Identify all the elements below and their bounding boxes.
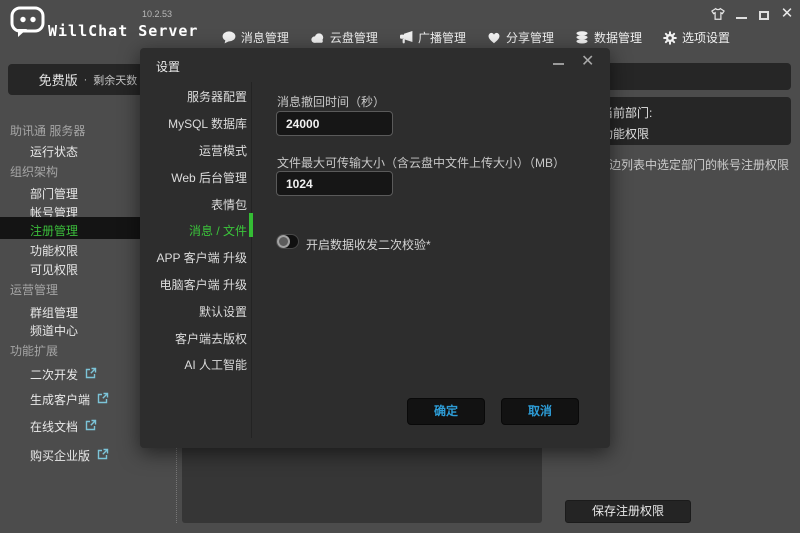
dialog-nav-default-settings[interactable]: 默认设置 (144, 303, 247, 320)
sidebar-item-register-management[interactable]: 注册管理 (30, 222, 78, 239)
sidebar-item-department-management[interactable]: 部门管理 (30, 185, 78, 202)
dialog-nav-server-config[interactable]: 服务器配置 (144, 88, 247, 105)
sidebar-item-channel-center[interactable]: 频道中心 (30, 322, 78, 339)
menu-cloud-management[interactable]: 云盘管理 (310, 29, 378, 46)
sidebar-section-server: 助讯通 服务器 (10, 122, 85, 139)
maximize-button[interactable] (757, 7, 771, 21)
toggle-knob (277, 235, 290, 248)
chat-bubble-icon (222, 31, 236, 44)
external-link-icon (85, 367, 97, 382)
menu-option-settings[interactable]: 选项设置 (663, 29, 730, 46)
message-recall-label: 消息撤回时间（秒） (277, 93, 385, 110)
top-menubar: 消息管理 云盘管理 广播管理 分享管理 数据管理 选项设置 (222, 29, 730, 46)
dialog-close-icon[interactable]: ✕ (581, 51, 594, 71)
double-verify-toggle[interactable] (276, 234, 299, 249)
app-logo-icon (10, 6, 46, 41)
external-link-icon (85, 419, 97, 434)
sidebar-link-generate-client[interactable]: 生成客户端 (30, 391, 109, 408)
sidebar-item-group-management[interactable]: 群组管理 (30, 304, 78, 321)
dialog-nav-web-admin[interactable]: Web 后台管理 (144, 169, 247, 186)
sidebar-section-operation: 运营管理 (10, 281, 58, 298)
sidebar-item-running-status[interactable]: 运行状态 (30, 143, 78, 160)
cloud-icon (310, 32, 325, 44)
menu-data-management[interactable]: 数据管理 (575, 29, 642, 46)
sidebar-link-online-docs[interactable]: 在线文档 (30, 418, 97, 435)
menu-message-management[interactable]: 消息管理 (222, 29, 289, 46)
external-link-icon (97, 392, 109, 407)
close-button[interactable]: ✕ (780, 7, 794, 21)
message-recall-input[interactable] (276, 111, 393, 136)
save-register-permission-button[interactable]: 保存注册权限 (565, 500, 691, 523)
sidebar-section-extension: 功能扩展 (10, 342, 58, 359)
dialog-nav-ai[interactable]: AI 人工智能 (144, 356, 247, 373)
app-title: WillChat Server (48, 22, 198, 40)
ok-button[interactable]: 确定 (407, 398, 485, 425)
external-link-icon (97, 448, 109, 463)
dialog-nav-operation-mode[interactable]: 运营模式 (144, 142, 247, 159)
dialog-nav-message-file[interactable]: 消息 / 文件 (144, 222, 247, 239)
sidebar-item-visible-permission[interactable]: 可见权限 (30, 261, 78, 278)
max-file-size-input[interactable] (276, 171, 393, 196)
window-controls: ✕ (711, 6, 794, 22)
cancel-button[interactable]: 取消 (501, 398, 579, 425)
database-icon (575, 31, 589, 44)
dialog-nav-client-debrand[interactable]: 客户端去版权 (144, 330, 247, 347)
menu-share-management[interactable]: 分享管理 (487, 29, 554, 46)
max-file-size-label: 文件最大可传输大小（含云盘中文件上传大小）（MB） (277, 154, 565, 171)
dialog-title: 设置 (156, 58, 180, 75)
minimize-button[interactable] (734, 7, 748, 21)
settings-dialog: 设置 ✕ 服务器配置 MySQL 数据库 运营模式 Web 后台管理 表情包 消… (140, 48, 610, 448)
right-toolbar-strip (596, 63, 791, 90)
sidebar-link-secondary-development[interactable]: 二次开发 (30, 366, 97, 383)
dialog-nav-selected-indicator (249, 213, 253, 237)
sidebar-section-organization: 组织架构 (10, 163, 58, 180)
dialog-nav-pc-client-upgrade[interactable]: 电脑客户端 升级 (144, 276, 247, 293)
double-verify-label: 开启数据收发二次校验* (306, 236, 431, 253)
megaphone-icon (399, 31, 413, 44)
license-edition: 免费版 (39, 70, 78, 89)
license-days-label: 剩余天数 (93, 72, 137, 88)
register-permission-hint: 左边列表中选定部门的帐号注册权限 (597, 156, 789, 173)
app-window: 当前部门: 功能权限 左边列表中选定部门的帐号注册权限 保存注册权限 WillC… (0, 0, 800, 533)
sidebar-item-function-permission[interactable]: 功能权限 (30, 242, 78, 259)
gear-icon (663, 31, 677, 45)
dialog-nav-emoji-pack[interactable]: 表情包 (144, 196, 247, 213)
heart-icon (487, 31, 501, 44)
dialog-nav-divider (251, 82, 252, 438)
skin-theme-icon[interactable] (711, 7, 725, 21)
menu-broadcast-management[interactable]: 广播管理 (399, 29, 466, 46)
dialog-nav-mysql-database[interactable]: MySQL 数据库 (144, 115, 247, 132)
sidebar-link-buy-enterprise[interactable]: 购买企业版 (30, 447, 109, 464)
license-dot: · (84, 74, 88, 86)
dialog-nav-app-client-upgrade[interactable]: APP 客户端 升级 (144, 249, 247, 266)
app-version: 10.2.53 (142, 9, 172, 19)
dialog-minimize-icon[interactable] (553, 63, 564, 65)
